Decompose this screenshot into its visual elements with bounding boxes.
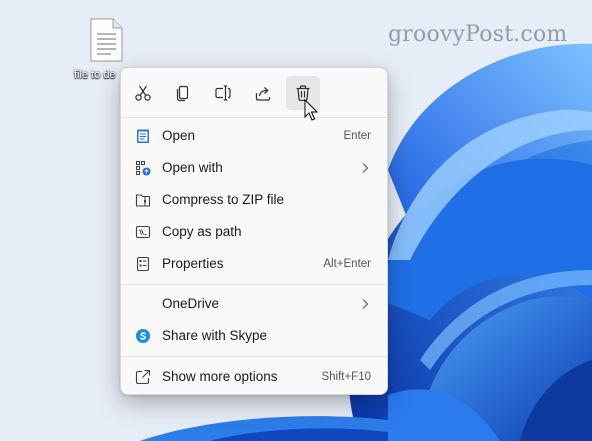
open-with-icon	[136, 161, 151, 176]
menu-item-shortcut: Alt+Enter	[323, 258, 371, 270]
menu-item-copy-as-path[interactable]: Copy as path	[125, 217, 383, 247]
share-button[interactable]	[246, 76, 280, 110]
separator	[121, 284, 387, 285]
properties-icon	[136, 256, 150, 272]
menu-item-shortcut: Enter	[343, 130, 372, 142]
menu-item-open[interactable]: Open Enter	[125, 121, 383, 151]
menu-item-label: Share with Skype	[162, 328, 268, 343]
menu-item-label: Show more options	[162, 369, 278, 384]
menu-item-show-more-options[interactable]: Show more options Shift+F10	[125, 362, 383, 392]
cut-button[interactable]	[126, 76, 160, 110]
show-more-icon	[135, 369, 151, 385]
menu-item-label: Properties	[162, 256, 224, 271]
scissors-icon	[135, 85, 151, 101]
zip-folder-icon	[135, 194, 151, 207]
menu-item-label: Compress to ZIP file	[162, 192, 285, 207]
menu-item-properties[interactable]: Properties Alt+Enter	[125, 249, 383, 279]
separator	[121, 356, 387, 357]
chevron-right-icon	[362, 299, 369, 309]
mouse-pointer-icon	[304, 99, 318, 121]
copy-path-icon	[135, 225, 151, 239]
menu-item-share-skype[interactable]: Share with Skype	[125, 321, 383, 351]
context-menu: Open Enter Open with Compress to ZIP fil…	[120, 67, 388, 395]
copy-button[interactable]	[166, 76, 200, 110]
menu-item-compress-zip[interactable]: Compress to ZIP file	[125, 185, 383, 215]
context-menu-toolbar	[121, 68, 387, 118]
menu-item-label: Open	[162, 128, 196, 143]
separator	[121, 117, 387, 118]
menu-item-open-with[interactable]: Open with	[125, 153, 383, 183]
menu-item-label: Copy as path	[162, 224, 242, 239]
notepad-icon	[137, 129, 149, 143]
desktop[interactable]: groovyPost.com file to de Open Enter Ope…	[0, 0, 592, 441]
skype-icon	[136, 329, 150, 343]
menu-item-label: Open with	[162, 160, 223, 175]
desktop-file-label: file to de	[74, 69, 116, 81]
copy-icon	[176, 85, 189, 102]
menu-item-label: OneDrive	[162, 296, 220, 311]
chevron-right-icon	[362, 163, 369, 173]
watermark-text: groovyPost.com	[388, 22, 568, 47]
share-icon	[255, 87, 271, 101]
menu-item-onedrive[interactable]: OneDrive	[125, 289, 383, 319]
rename-button[interactable]	[206, 76, 240, 110]
document-file-icon	[90, 18, 123, 62]
rename-icon	[215, 85, 231, 101]
menu-item-shortcut: Shift+F10	[321, 371, 371, 383]
